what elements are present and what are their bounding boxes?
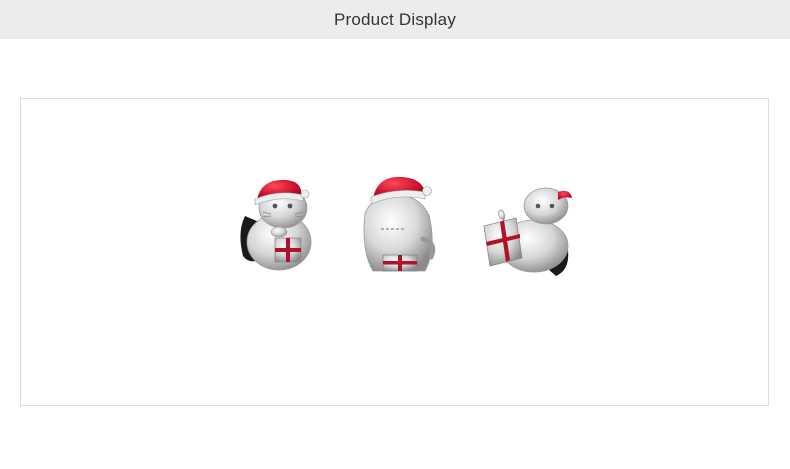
santa-cat-charm-front-image: [240, 179, 312, 271]
page-header: Product Display: [0, 0, 790, 39]
santa-cat-charm-back-image: [363, 176, 436, 272]
page-title: Product Display: [333, 9, 457, 29]
product-display-frame: [20, 98, 769, 406]
santa-cat-charm-lying-image: [483, 187, 572, 276]
